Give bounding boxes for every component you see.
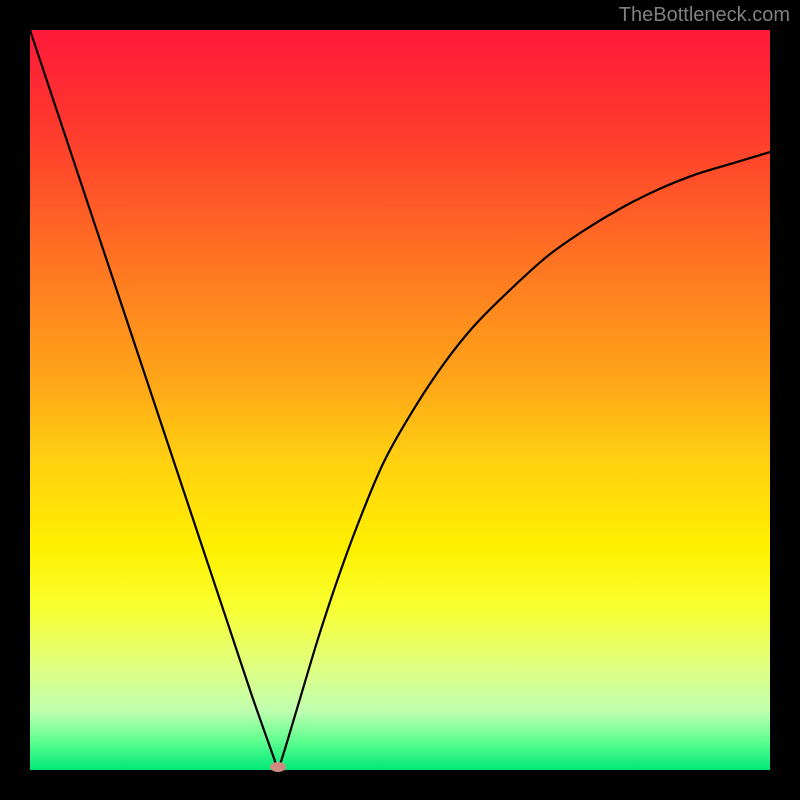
chart-plot-area [30,30,770,770]
chart-curve [30,30,770,770]
watermark-text: TheBottleneck.com [619,4,790,27]
chart-marker-dot [270,762,286,772]
